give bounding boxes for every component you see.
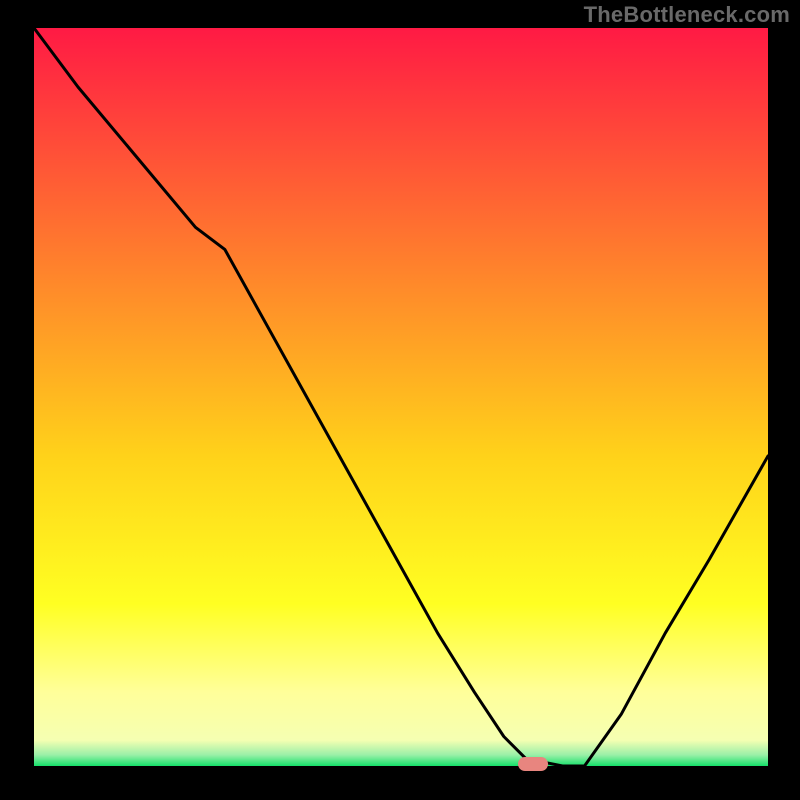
watermark-text: TheBottleneck.com bbox=[584, 2, 790, 28]
optimal-marker bbox=[518, 757, 548, 771]
chart-frame: TheBottleneck.com bbox=[0, 0, 800, 800]
gradient-rect bbox=[34, 28, 768, 766]
bottleneck-chart bbox=[34, 28, 768, 766]
